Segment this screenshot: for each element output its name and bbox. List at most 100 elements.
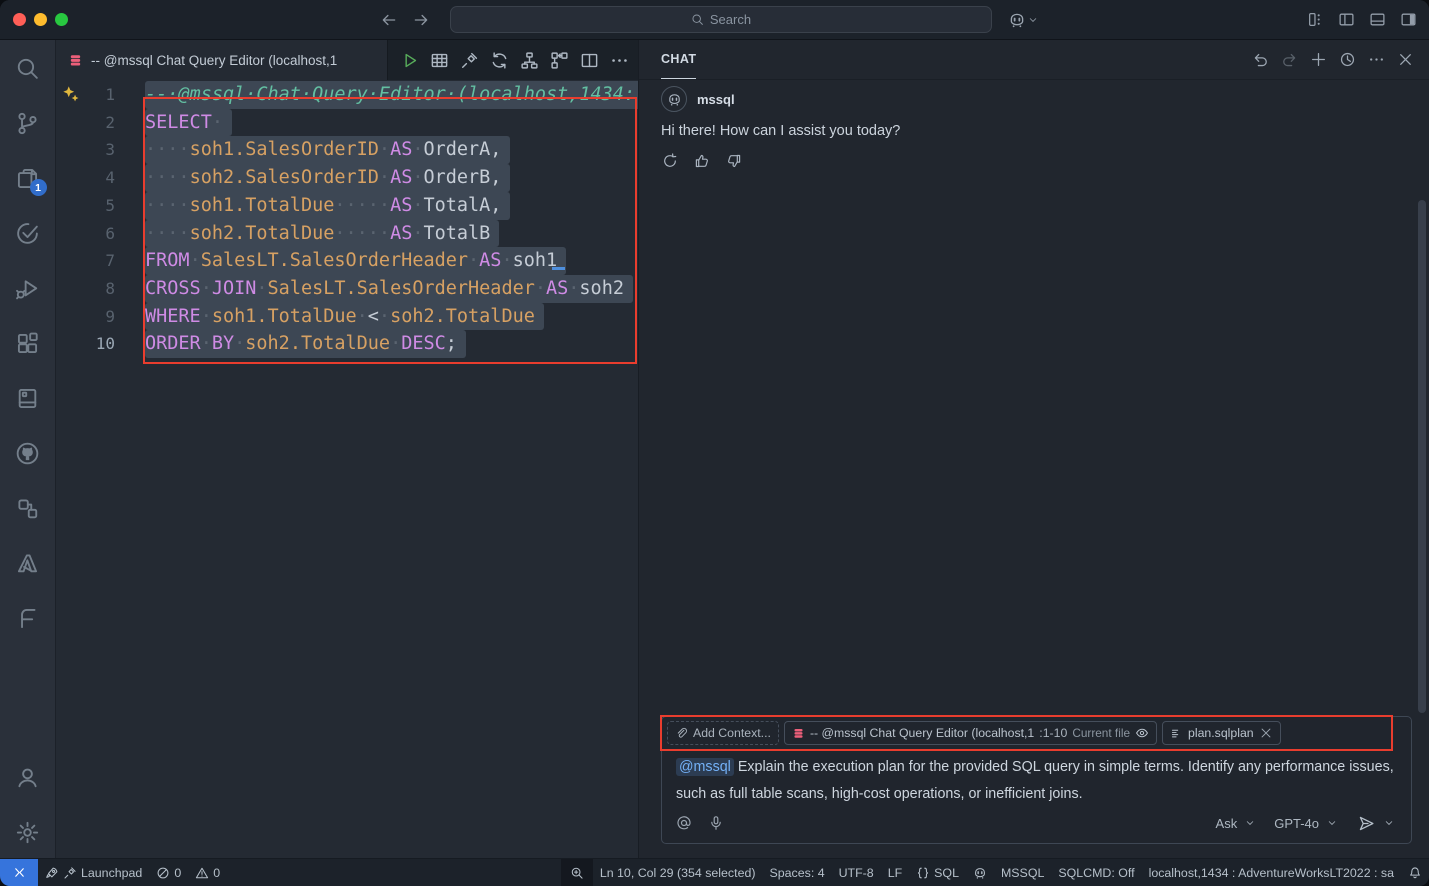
retry-icon[interactable] [661,152,679,170]
history-icon[interactable] [1337,50,1357,70]
send-button[interactable] [1356,813,1399,833]
plus-icon[interactable] [1308,50,1328,70]
chip-file-context[interactable]: -- @mssql Chat Query Editor (localhost,1… [784,721,1157,745]
eye-icon[interactable] [1135,726,1149,740]
code-line-content[interactable]: ORDER·BY·soh2.TotalDue·DESC; [145,330,466,358]
activity-item-copilot-edits[interactable]: 1 [14,164,42,192]
at-icon[interactable] [674,813,694,833]
activity-item-settings[interactable] [14,818,42,846]
code-line[interactable]: 5····soh1.TotalDue·····AS·TotalA, [56,192,638,220]
code-editor[interactable]: 1--·@mssql·Chat·Query·Editor·(localhost,… [56,81,638,858]
status-item-copilot[interactable] [966,859,994,886]
status-item-bell[interactable] [1401,859,1429,886]
code-line[interactable]: 6····soh2.TotalDue·····AS·TotalB [56,220,638,248]
plan-icon[interactable] [549,50,570,71]
chip-add-context[interactable]: Add Context... [667,721,779,745]
close-icon[interactable] [1395,50,1415,70]
status-item-sql[interactable]: SQL [909,859,966,886]
code-line[interactable]: 4····soh2.SalesOrderID·AS·OrderB, [56,164,638,192]
table-icon[interactable] [429,50,450,71]
code-line-content[interactable]: ····soh1.TotalDue·····AS·TotalA, [145,192,510,220]
activity-bar-top: 1 [14,54,42,632]
code-line-content[interactable]: FROM·SalesLT.SalesOrderHeader·AS·soh1 [145,247,566,275]
sync-icon[interactable] [489,50,510,71]
chip-plan-file[interactable]: plan.sqlplan [1162,721,1281,745]
undo-icon[interactable] [1250,50,1270,70]
activity-item-azure[interactable] [14,549,42,577]
split-icon[interactable] [579,50,600,71]
command-center-search[interactable]: Search [450,6,992,33]
plug-icon[interactable] [459,50,480,71]
code-line[interactable]: 8CROSS·JOIN·SalesLT.SalesOrderHeader·AS·… [56,275,638,303]
code-line-content[interactable]: ····soh2.TotalDue·····AS·TotalB [145,220,499,248]
activity-item-github[interactable] [14,439,42,467]
copilot-menu[interactable] [1008,11,1038,29]
gutter-space [115,220,145,248]
ellipsis-icon[interactable] [609,50,630,71]
arrow-right-icon[interactable] [412,11,430,29]
activity-item-run-debug[interactable] [14,274,42,302]
play-icon[interactable] [399,50,420,71]
chip-label: -- @mssql Chat Query Editor (localhost,1 [810,726,1034,740]
panel-right-filled-icon[interactable] [1400,11,1417,28]
code-line[interactable]: 3····soh1.SalesOrderID·AS·OrderA, [56,136,638,164]
code-line[interactable]: 7FROM·SalesLT.SalesOrderHeader·AS·soh1 [56,247,638,275]
code-line-content[interactable]: SELECT· [145,109,232,137]
org-chart-icon[interactable] [519,50,540,71]
status-item-0[interactable]: 0 [149,859,188,886]
thumbs-up-icon[interactable] [693,152,711,170]
status-label: Spaces: 4 [769,866,824,880]
model-dropdown[interactable]: GPT-4o [1274,813,1342,833]
status-bar-right: Ln 10, Col 29 (354 selected) Spaces: 4 UTF… [561,859,1429,886]
activity-item-search[interactable] [14,54,42,82]
code-line[interactable]: 9WHERE·soh1.TotalDue·<·soh2.TotalDue [56,303,638,331]
code-line-content[interactable]: --·@mssql·Chat·Query·Editor·(localhost,1… [145,81,638,109]
code-line[interactable]: 10ORDER·BY·soh2.TotalDue·DESC; [56,330,638,358]
activity-item-account[interactable] [14,763,42,791]
activity-item-source-control[interactable] [14,109,42,137]
tab-chat[interactable]: CHAT [661,40,696,79]
code-line[interactable]: 1--·@mssql·Chat·Query·Editor·(localhost,… [56,81,638,109]
redo-icon[interactable] [1279,50,1299,70]
arrow-left-icon[interactable] [380,11,398,29]
activity-item-server[interactable] [14,384,42,412]
mic-icon[interactable] [706,813,726,833]
status-item-zoom-in[interactable] [561,859,593,886]
mention-chip[interactable]: @mssql [676,758,734,776]
activity-item-check-circle[interactable] [14,219,42,247]
mode-dropdown[interactable]: Ask [1216,813,1261,833]
chat-scrollbar[interactable] [1418,200,1426,713]
chevron-down-icon [1379,813,1399,833]
activity-item-fabric[interactable] [14,604,42,632]
status-item-ln-10-col-29-354-selecte[interactable]: Ln 10, Col 29 (354 selected) [593,859,763,886]
tab-mssql-chat-query-editor[interactable]: -- @mssql Chat Query Editor (localhost,1 [56,40,388,80]
panel-left-icon[interactable] [1338,11,1355,28]
copilot-sparkle-icon[interactable] [62,85,80,103]
activity-item-extensions[interactable] [14,329,42,357]
activity-item-linked-squares[interactable] [14,494,42,522]
panel-bottom-icon[interactable] [1369,11,1386,28]
chat-input-text[interactable]: @mssql Explain the execution plan for th… [662,749,1411,808]
status-item-launchpad[interactable]: Launchpad [38,859,149,886]
code-line-content[interactable]: CROSS·JOIN·SalesLT.SalesOrderHeader·AS·s… [145,275,633,303]
status-item-localhost-1434-adventure[interactable]: localhost,1434 : AdventureWorksLT2022 : … [1142,859,1401,886]
status-item-sqlcmd-off[interactable]: SQLCMD: Off [1051,859,1141,886]
layout-icon[interactable] [1307,11,1324,28]
status-item-0[interactable]: 0 [188,859,227,886]
status-item-mssql[interactable]: MSSQL [994,859,1051,886]
ellipsis-icon[interactable] [1366,50,1386,70]
close-icon[interactable] [1259,726,1273,740]
status-item-remote[interactable] [0,859,38,886]
minimize-button[interactable] [34,13,47,26]
thumbs-down-icon[interactable] [725,152,743,170]
code-line-content[interactable]: ····soh1.SalesOrderID·AS·OrderA, [145,136,510,164]
code-line-content[interactable]: ····soh2.SalesOrderID·AS·OrderB, [145,164,510,192]
status-item-lf[interactable]: LF [881,859,909,886]
maximize-button[interactable] [55,13,68,26]
status-item-spaces-4[interactable]: Spaces: 4 [762,859,831,886]
close-button[interactable] [13,13,26,26]
code-line-content[interactable]: WHERE·soh1.TotalDue·<·soh2.TotalDue [145,303,544,331]
workbench: 1 -- @mssql Chat Query Editor (localhost… [0,40,1429,858]
status-item-utf-8[interactable]: UTF-8 [832,859,881,886]
code-line[interactable]: 2SELECT· [56,109,638,137]
